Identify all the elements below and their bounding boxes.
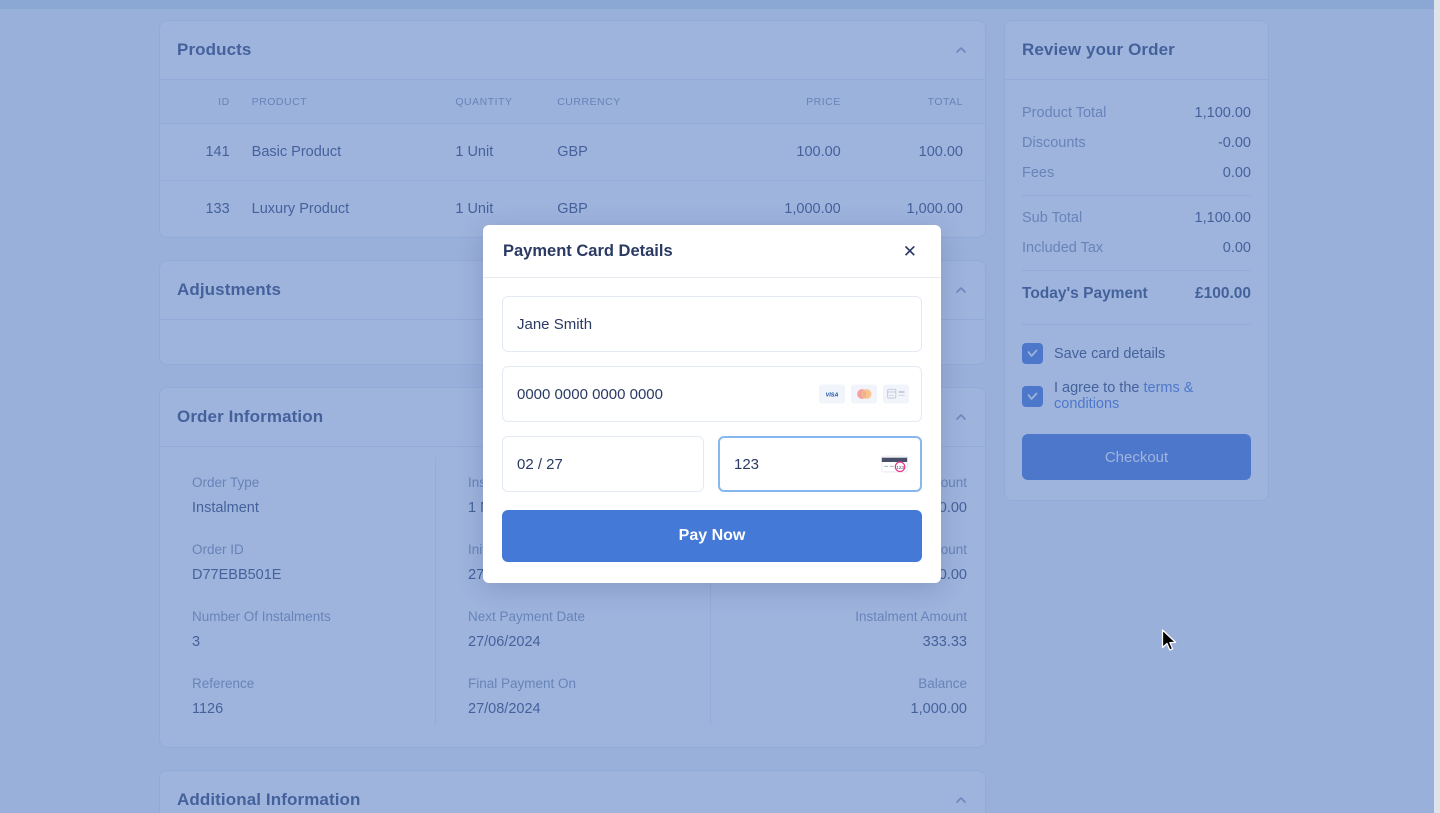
- cardholder-name-field[interactable]: Jane Smith: [502, 296, 922, 352]
- pay-now-button[interactable]: Pay Now: [502, 510, 922, 562]
- modal-header: Payment Card Details ✕: [483, 225, 941, 278]
- expiry-date-value: 02 / 27: [517, 455, 563, 473]
- card-number-field[interactable]: 0000 0000 0000 0000 VISA: [502, 366, 922, 422]
- card-brand-icons: VISA: [819, 384, 909, 404]
- cardholder-name-value: Jane Smith: [517, 315, 593, 333]
- cvc-field[interactable]: 123 123: [718, 436, 922, 492]
- svg-text:VISA: VISA: [826, 392, 839, 398]
- svg-text:123: 123: [896, 465, 904, 471]
- cvc-value: 123: [734, 455, 760, 473]
- visa-icon: VISA: [819, 384, 845, 404]
- payment-card-details-modal: Payment Card Details ✕ Jane Smith 0000 0…: [483, 225, 941, 583]
- modal-body: Jane Smith 0000 0000 0000 0000 VISA 02 /…: [483, 278, 941, 583]
- top-bar: [0, 0, 1440, 9]
- close-icon[interactable]: ✕: [899, 241, 921, 262]
- expiry-date-field[interactable]: 02 / 27: [502, 436, 704, 492]
- scrollbar-gutter[interactable]: [1434, 0, 1440, 813]
- mastercard-icon: [851, 384, 877, 404]
- generic-card-icon: [883, 384, 909, 404]
- card-back-cvc-icon: 123: [881, 455, 908, 474]
- card-number-value: 0000 0000 0000 0000: [517, 385, 663, 403]
- modal-title: Payment Card Details: [503, 242, 673, 260]
- expiry-cvc-row: 02 / 27 123 123: [502, 436, 922, 506]
